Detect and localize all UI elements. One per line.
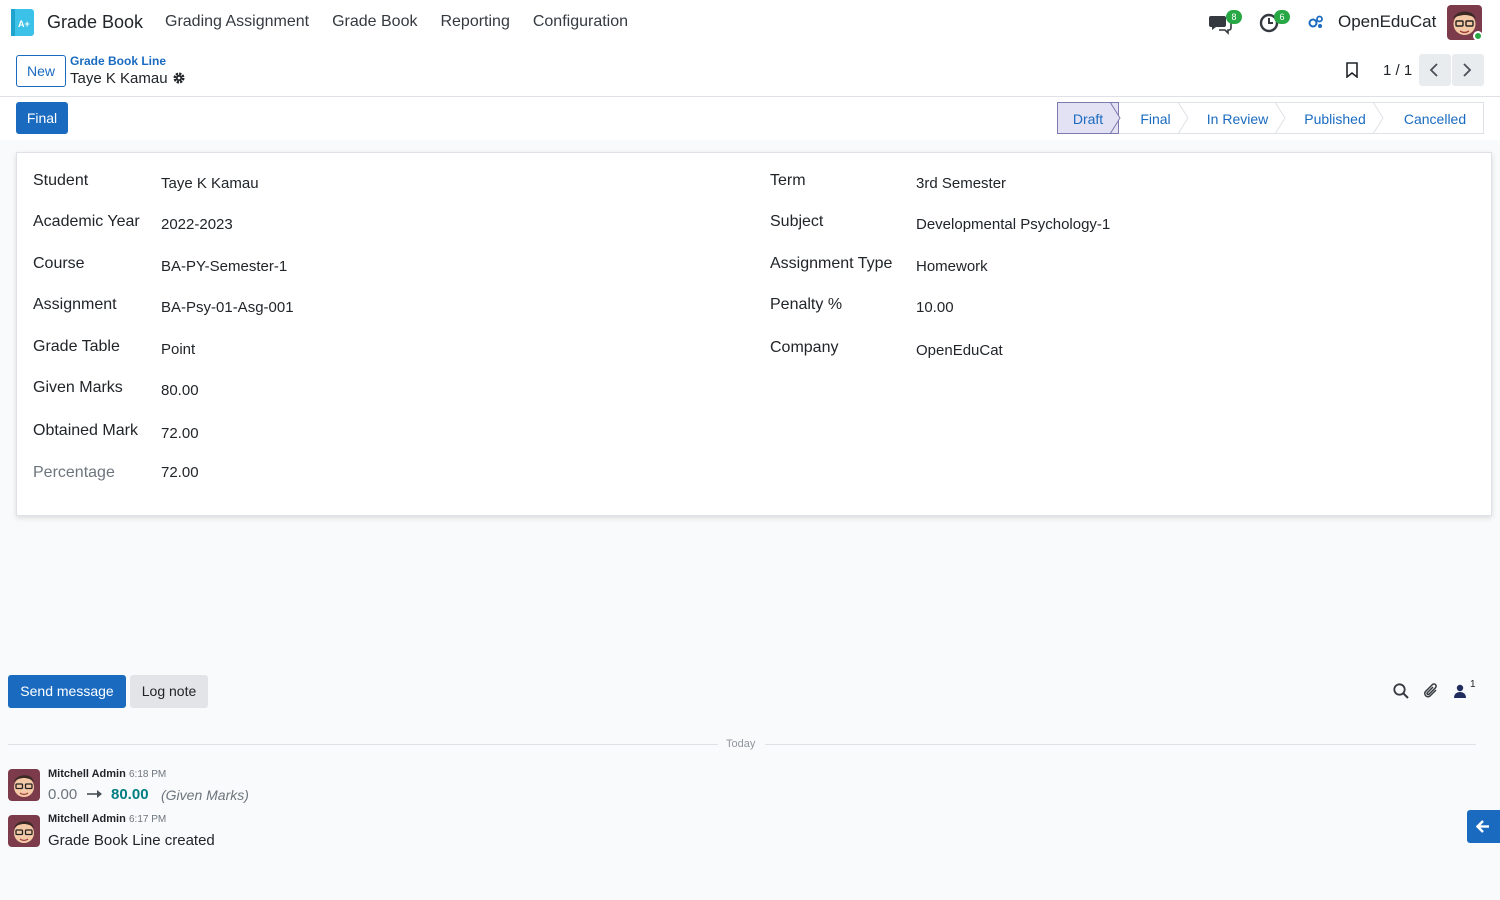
tracking-field-name: (Given Marks) [161,787,249,803]
menu-reporting[interactable]: Reporting [440,13,509,31]
menu-grading-assignment[interactable]: Grading Assignment [165,13,309,31]
app-title[interactable]: Grade Book [47,12,143,33]
day-separator-label: Today [726,738,756,750]
label-course: Course [33,255,85,272]
value-assignment[interactable]: BA-Psy-01-Asg-001 [161,299,294,316]
followers-icon[interactable] [1453,683,1467,699]
stage-label: Published [1304,111,1366,127]
tracking-new-value: 80.00 [111,786,149,803]
switch-company-icon[interactable] [1308,14,1324,30]
svg-text:A+: A+ [18,19,30,29]
message-time: 6:17 PM [129,814,167,825]
pager-value[interactable]: 1 / 1 [1383,62,1412,79]
control-panel: New Grade Book Line Taye K Kamau 1 / 1 [0,45,1500,97]
arrow-left-icon [1476,820,1489,833]
arrow-right-icon [87,790,102,798]
bookmark-icon[interactable] [1345,62,1359,78]
log-note-button[interactable]: Log note [130,675,208,708]
label-subject: Subject [770,213,824,230]
form-statusbar: Final Draft Final In Review Published Ca… [0,97,1500,140]
value-obtained-mark[interactable]: 72.00 [161,425,199,442]
stage-arrow [1110,102,1121,134]
status-stages: Draft Final In Review Published Cancelle… [1057,102,1484,134]
stage-in-review[interactable]: In Review [1186,102,1286,134]
grade-book-app-icon[interactable]: A+ [11,9,34,36]
stage-arrow [1275,102,1286,134]
label-term: Term [770,172,806,189]
day-separator-line [765,744,1476,745]
label-assignment-type: Assignment Type [770,255,893,272]
message-time: 6:18 PM [129,769,167,780]
stage-arrow [1373,102,1384,134]
day-separator-line [8,744,718,745]
stage-label: Final [1140,111,1171,127]
company-switcher[interactable]: OpenEduCat [1338,12,1436,32]
value-course[interactable]: BA-PY-Semester-1 [161,258,287,275]
chevron-left-icon [1429,63,1438,77]
send-message-button[interactable]: Send message [8,675,126,708]
stage-label: In Review [1206,111,1269,127]
stage-label: Draft [1072,111,1104,127]
search-icon[interactable] [1392,682,1410,700]
label-penalty: Penalty % [770,296,843,313]
followers-count: 1 [1470,679,1476,690]
value-term[interactable]: 3rd Semester [916,175,1006,192]
label-company: Company [770,339,839,356]
label-student: Student [33,172,89,189]
pager-next-button[interactable] [1452,54,1484,86]
stage-arrow [1178,102,1189,134]
gear-icon[interactable] [172,71,186,85]
main-menu: Grading Assignment Grade Book Reporting … [165,13,651,31]
stage-published[interactable]: Published [1283,102,1384,134]
menu-grade-book[interactable]: Grade Book [332,13,417,31]
label-assignment: Assignment [33,296,117,313]
value-company[interactable]: OpenEduCat [916,342,1003,359]
menu-configuration[interactable]: Configuration [533,13,628,31]
message-author[interactable]: Mitchell Admin [48,768,126,780]
value-student[interactable]: Taye K Kamau [161,175,259,192]
label-grade-table: Grade Table [33,338,120,355]
new-record-button[interactable]: New [16,55,66,87]
final-action-button[interactable]: Final [16,102,68,134]
value-percentage: 72.00 [161,464,199,481]
label-obtained-mark: Obtained Mark [33,422,138,439]
pager-previous-button[interactable] [1419,54,1451,86]
message-body: Grade Book Line created [48,832,215,849]
value-assignment-type[interactable]: Homework [916,258,988,275]
label-academic-year: Academic Year [33,213,140,230]
chatter-toggle-button[interactable] [1467,810,1500,843]
stage-draft[interactable]: Draft [1057,102,1121,134]
message-author[interactable]: Mitchell Admin [48,813,126,825]
breadcrumb-parent[interactable]: Grade Book Line [70,54,166,68]
chevron-right-icon [1463,63,1472,77]
value-penalty[interactable]: 10.00 [916,299,954,316]
value-given-marks[interactable]: 80.00 [161,382,199,399]
value-academic-year[interactable]: 2022-2023 [161,216,233,233]
author-avatar[interactable] [8,769,40,801]
form-sheet: Student Taye K Kamau Academic Year 2022-… [16,152,1492,516]
top-navbar: A+ Grade Book Grading Assignment Grade B… [0,0,1500,45]
online-status-dot [1473,31,1483,41]
author-avatar[interactable] [8,815,40,847]
stage-cancelled[interactable]: Cancelled [1381,102,1484,134]
messages-badge: 8 [1226,10,1242,24]
label-given-marks: Given Marks [33,379,123,396]
stage-label: Cancelled [1403,111,1467,127]
stage-final[interactable]: Final [1119,102,1189,134]
activities-badge: 6 [1274,10,1290,24]
value-grade-table[interactable]: Point [161,341,195,358]
paperclip-icon[interactable] [1422,682,1440,700]
value-subject[interactable]: Developmental Psychology-1 [916,216,1110,233]
breadcrumb-current: Taye K Kamau [70,70,168,87]
label-percentage: Percentage [33,464,115,481]
tracking-old-value: 0.00 [48,786,78,803]
